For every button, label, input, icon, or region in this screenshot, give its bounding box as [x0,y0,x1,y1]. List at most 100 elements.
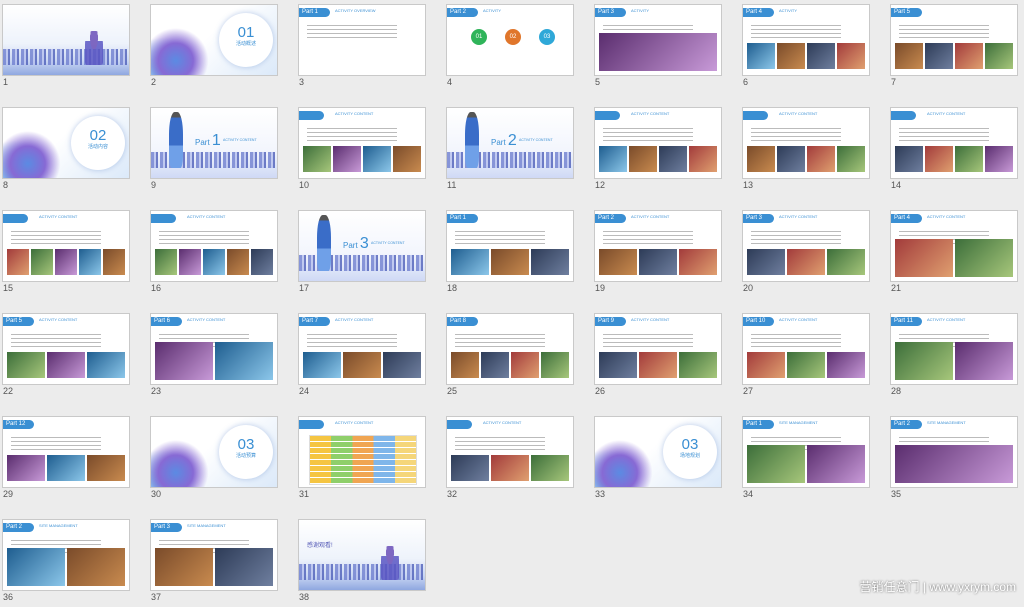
part-tag-bar [151,214,176,223]
photo-image [393,146,421,172]
part-tag-bar [299,420,324,429]
slide-cell: Part 4 ACTIVITY CONTENT 21 [890,210,1018,298]
slide-thumbnail[interactable]: Part 2 ACTIVITY CONTENT [446,107,574,179]
section-number: 03 [237,436,255,453]
slide-thumbnail[interactable]: ACTIVITY CONTENT [150,210,278,282]
slide-thumbnail[interactable]: 02 活动内容 [2,107,130,179]
slide-thumbnail[interactable]: Part 2 ACTIVITY 01 02 03 [446,4,574,76]
slide-cell: ACTIVITY CONTENT 10 [298,107,426,195]
photo-image [787,249,825,275]
photo-image [955,146,983,172]
slide-number: 25 [447,386,458,396]
photo-image [7,249,29,275]
slide-thumbnail[interactable]: Part 1 SITE MANAGEMENT [742,416,870,488]
watercolor-dancer-graphic [3,130,65,178]
slide-cell: Part 2 SITE MANAGEMENT 35 [890,416,1018,504]
photo-image [155,342,213,380]
body-text-lines [751,334,841,348]
slide-thumbnail[interactable]: ACTIVITY CONTENT [742,107,870,179]
part-digit: 1 [211,132,221,149]
slide-subtitle: ACTIVITY [483,8,502,13]
photo-image [985,146,1013,172]
slide-thumbnail[interactable]: Part 9 ACTIVITY CONTENT [594,313,722,385]
photo-image [777,43,805,69]
slide-thumbnail[interactable]: Part 10 ACTIVITY CONTENT [742,313,870,385]
slide-subtitle: ACTIVITY CONTENT [779,214,818,219]
photo-strip [451,249,569,275]
slide-thumbnail[interactable]: Part 3 ACTIVITY [594,4,722,76]
slide-thumbnail[interactable]: ACTIVITY CONTENT [594,107,722,179]
slide-thumbnail[interactable]: Part 4 ACTIVITY [742,4,870,76]
slide-thumbnail[interactable]: Part 5 [890,4,1018,76]
slide-thumbnail[interactable]: Part 11 ACTIVITY CONTENT [890,313,1018,385]
slide-cell: Part 7 ACTIVITY CONTENT 24 [298,313,426,401]
slide-number: 17 [299,283,310,293]
photo-strip [155,548,273,586]
slide-number: 10 [299,180,310,190]
part-heading: Part 1 [195,132,221,150]
slide-cell: 1 [2,4,130,92]
photo-image [541,352,569,378]
slide-thumbnail[interactable]: ACTIVITY CONTENT [890,107,1018,179]
part-tag: Part 6 [151,317,182,326]
photo-image [215,548,273,586]
slide-thumbnail[interactable]: Part 3 SITE MANAGEMENT [150,519,278,591]
slide-thumbnail[interactable]: ACTIVITY CONTENT [298,107,426,179]
slide-subtitle: ACTIVITY CONTENT [779,111,818,116]
slide-thumbnail[interactable]: 感谢观看! [298,519,426,591]
slide-subtitle: ACTIVITY CONTENT [631,317,670,322]
part-tag: Part 4 [743,8,774,17]
slide-thumbnail[interactable]: Part 1 ACTIVITY CONTENT [150,107,278,179]
slide-thumbnail[interactable]: Part 8 [446,313,574,385]
part-tag: Part 5 [891,8,922,17]
slide-thumbnail[interactable]: ACTIVITY CONTENT [2,210,130,282]
photo-image [451,249,489,275]
part-tag: Part 1 [299,8,330,17]
slide-number: 4 [447,77,453,87]
slide-thumbnail[interactable]: Part 2 SITE MANAGEMENT [890,416,1018,488]
section-circle: 02 活动内容 [71,116,125,170]
section-number: 03 [681,436,699,453]
slide-thumbnail[interactable]: Part 3 ACTIVITY CONTENT [742,210,870,282]
body-text-lines [455,437,545,451]
part-tag: Part 3 [743,214,774,223]
slide-number: 1 [3,77,9,87]
slide-subtitle: ACTIVITY CONTENT [39,317,78,322]
cover-title: 感谢观看! [307,543,333,549]
photo-image [599,352,637,378]
slide-thumbnail[interactable]: Part 1 [446,210,574,282]
slide-number: 21 [891,283,902,293]
photo-image [47,352,85,378]
photo-image [383,352,421,378]
slide-thumbnail[interactable]: Part 6 ACTIVITY CONTENT [150,313,278,385]
photo-image [531,455,569,481]
section-circle: 03 场地规划 [663,425,717,479]
slide-thumbnail[interactable]: Part 1 ACTIVITY OVERVIEW [298,4,426,76]
slide-thumbnail[interactable]: ACTIVITY CONTENT [298,416,426,488]
slide-thumbnail[interactable]: 03 场地规划 [594,416,722,488]
slide-thumbnail[interactable]: Part 12 [2,416,130,488]
photo-strip [7,352,125,378]
slide-thumbnail[interactable]: Part 3 ACTIVITY CONTENT [298,210,426,282]
photo-strip [599,146,717,172]
slide-thumbnail[interactable] [2,4,130,76]
slide-thumbnail[interactable]: Part 4 ACTIVITY CONTENT [890,210,1018,282]
slide-thumbnail[interactable]: Part 2 SITE MANAGEMENT [2,519,130,591]
part-tag: Part 12 [3,420,34,429]
slide-thumbnail[interactable]: 01 活动概述 [150,4,278,76]
watercolor-dancer-graphic [151,439,213,487]
slide-thumbnail[interactable]: Part 5 ACTIVITY CONTENT [2,313,130,385]
body-text-lines [307,25,397,39]
slide-cell: Part 1 SITE MANAGEMENT 34 [742,416,870,504]
slide-thumbnail[interactable]: Part 2 ACTIVITY CONTENT [594,210,722,282]
photo-strip [303,146,421,172]
slide-thumbnail[interactable]: 03 活动预算 [150,416,278,488]
slide-thumbnail[interactable]: Part 7 ACTIVITY CONTENT [298,313,426,385]
photo-image [639,249,677,275]
photo-image [955,239,1013,277]
slide-thumbnail[interactable]: ACTIVITY CONTENT [446,416,574,488]
photo-image [87,352,125,378]
section-title: 活动概述 [235,41,256,47]
part-subtitle: ACTIVITY CONTENT [371,241,405,245]
photo-image [895,146,923,172]
